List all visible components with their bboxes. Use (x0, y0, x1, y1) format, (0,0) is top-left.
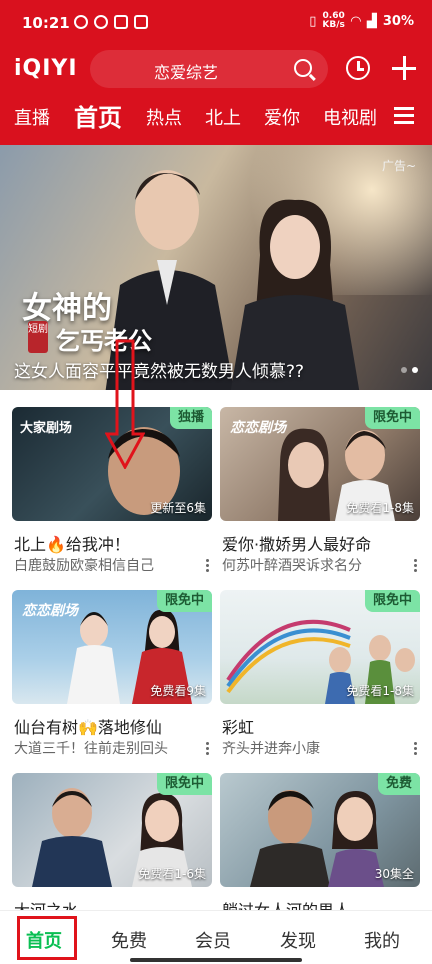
top-tabs: 直播 首页 热点 北上 爱你 电视剧 (0, 96, 432, 140)
card-thumbnail[interactable]: 限免中 免费看1-6集 (12, 773, 212, 887)
card-thumbnail[interactable]: 限免中 免费看1-8集 (220, 590, 420, 704)
nav-profile[interactable]: 我的 (364, 927, 400, 953)
tab-home[interactable]: 首页 (74, 98, 122, 133)
card-title[interactable]: 北上🔥给我冲！ (14, 531, 130, 555)
wifi-icon: ◠ (350, 13, 361, 29)
free-limited-badge: 限免中 (156, 590, 212, 612)
ad-label: 广告~ (381, 159, 416, 173)
notification-icon (94, 15, 108, 29)
video-card[interactable]: 恋恋剧场 限免中 免费看9集 仙台有树🙌落地修仙 大道三千！往前走别回头 (12, 590, 212, 757)
status-right: ▯ 0.60 KB/s ◠ ▟ 30% (309, 12, 414, 30)
card-description: 大道三千！往前走别回头 (14, 741, 168, 757)
vibrate-icon: ▯ (309, 13, 317, 29)
search-bar[interactable]: 恋爱综艺 (90, 50, 328, 88)
search-icon[interactable] (294, 59, 312, 77)
brand-logo: 大家剧场 (20, 421, 73, 436)
tiktok-icon (114, 15, 128, 29)
nav-vip[interactable]: 会员 (195, 927, 231, 953)
tab-tv-series[interactable]: 电视剧 (323, 104, 377, 130)
more-options-icon[interactable] (206, 742, 210, 756)
episode-info: 免费看1-8集 (346, 501, 414, 515)
card-title[interactable]: 仙台有树🙌落地修仙 (14, 714, 162, 738)
annotation-arrow (105, 339, 145, 469)
signal-icon: ▟ (366, 13, 377, 29)
status-time: 10:21 (22, 14, 70, 32)
free-limited-badge: 限免中 (364, 590, 420, 612)
video-card[interactable]: 免费 30集全 躺过女人河的男人 (220, 773, 420, 920)
more-options-icon[interactable] (414, 559, 418, 573)
notification-icon (74, 15, 88, 29)
video-card[interactable]: 限免中 免费看1-6集 大河之水 (12, 773, 212, 920)
card-title[interactable]: 爱你·撒娇男人最好命 (222, 531, 371, 555)
short-drama-badge: 短剧 (28, 321, 48, 353)
card-title[interactable]: 彩虹 (222, 714, 254, 738)
nav-discover[interactable]: 发现 (280, 927, 316, 953)
hero-banner[interactable]: 广告~ 女神的 短剧 乞丐老公 这女人面容平平竟然被无数男人倾慕?? (0, 145, 432, 390)
add-icon[interactable] (392, 56, 416, 80)
carousel-dots (401, 367, 418, 373)
brand-logo: 恋恋剧场 (22, 603, 78, 619)
app-header: 10:21 ▯ 0.60 KB/s ◠ ▟ 30% iQIYI 恋爱综艺 直播 … (0, 0, 432, 145)
episode-info: 免费看1-6集 (138, 867, 206, 881)
banner-caption: 这女人面容平平竟然被无数男人倾慕?? (14, 362, 305, 382)
nav-free[interactable]: 免费 (111, 927, 147, 953)
card-thumbnail[interactable]: 免费 30集全 (220, 773, 420, 887)
episode-info: 30集全 (374, 867, 414, 881)
card-thumbnail[interactable]: 恋恋剧场 限免中 免费看9集 (12, 590, 212, 704)
free-limited-badge: 限免中 (364, 407, 420, 429)
tab-hot[interactable]: 热点 (146, 104, 182, 130)
tab-aini[interactable]: 爱你 (264, 104, 300, 130)
battery-text: 30% (382, 13, 414, 29)
video-card[interactable]: 恋恋剧场 限免中 免费看1-8集 爱你·撒娇男人最好命 何苏叶醉酒哭诉求名分 (220, 407, 420, 574)
tab-live[interactable]: 直播 (14, 104, 50, 130)
card-thumbnail[interactable]: 恋恋剧场 限免中 免费看1-8集 (220, 407, 420, 521)
annotation-highlight-box (17, 916, 77, 960)
notification-icon (134, 15, 148, 29)
exclusive-badge: 独播 (169, 407, 212, 429)
free-limited-badge: 限免中 (156, 773, 212, 795)
notification-icons (74, 15, 148, 29)
free-badge: 免费 (377, 773, 420, 795)
app-logo[interactable]: iQIYI (14, 56, 78, 81)
more-options-icon[interactable] (414, 742, 418, 756)
history-icon[interactable] (346, 56, 370, 80)
episode-info: 免费看9集 (150, 684, 206, 698)
episode-info: 更新至6集 (150, 501, 206, 515)
card-description: 白鹿鼓励欧豪相信自己 (14, 558, 154, 574)
brand-logo: 恋恋剧场 (230, 420, 286, 436)
net-speed: 0.60 KB/s (322, 11, 345, 30)
episode-info: 免费看1-8集 (346, 684, 414, 698)
search-query: 恋爱综艺 (154, 63, 219, 82)
more-options-icon[interactable] (206, 559, 210, 573)
card-description: 何苏叶醉酒哭诉求名分 (222, 558, 362, 574)
tab-beishang[interactable]: 北上 (205, 104, 241, 130)
video-card[interactable]: 限免中 免费看1-8集 彩虹 齐头并进奔小康 (220, 590, 420, 757)
menu-icon[interactable] (394, 107, 414, 125)
card-description: 齐头并进奔小康 (222, 741, 320, 757)
status-bar: 10:21 ▯ 0.60 KB/s ◠ ▟ 30% (0, 0, 432, 44)
gesture-bar (130, 958, 302, 962)
